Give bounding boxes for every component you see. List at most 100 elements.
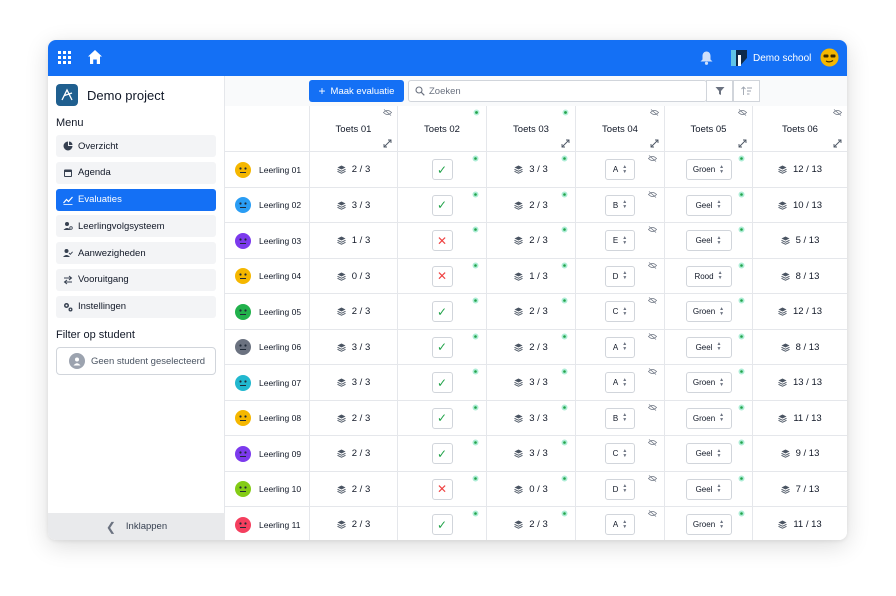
score-cell-t3[interactable]: 1 / 3	[486, 258, 575, 294]
student-name-cell[interactable]: Leerling 03	[225, 223, 309, 259]
student-name-cell[interactable]: Leerling 11	[225, 507, 309, 540]
eye-hidden-icon[interactable]	[650, 109, 659, 116]
grade-select[interactable]: B ▲ ▼	[605, 407, 635, 429]
school-switcher[interactable]: Demo school	[729, 46, 811, 70]
home-icon[interactable]	[87, 49, 103, 65]
grade-select[interactable]: D ▲ ▼	[605, 478, 635, 500]
check-icon[interactable]: ✓	[431, 159, 453, 181]
eye-hidden-icon[interactable]	[833, 109, 842, 116]
score-cell-t1[interactable]: 2 / 3	[309, 152, 397, 188]
score-cell-t6[interactable]: 12 / 13	[752, 294, 847, 330]
color-select[interactable]: Groen ▲ ▼	[685, 514, 732, 536]
check-icon[interactable]: ✓	[431, 336, 453, 358]
score-cell-t3[interactable]: 2 / 3	[486, 507, 575, 540]
cross-icon[interactable]: ✕	[431, 478, 453, 500]
bell-icon[interactable]	[700, 51, 713, 65]
color-select[interactable]: Rood ▲ ▼	[685, 265, 732, 287]
score-cell-t1[interactable]: 2 / 3	[309, 471, 397, 507]
sidebar-item-agenda[interactable]: Agenda	[56, 161, 216, 184]
check-icon[interactable]: ✓	[431, 301, 453, 323]
score-cell-t1[interactable]: 3 / 3	[309, 365, 397, 401]
sort-button[interactable]	[733, 80, 760, 102]
grade-select[interactable]: A ▲ ▼	[605, 514, 635, 536]
sidebar-item-instellingen[interactable]: Instellingen	[56, 295, 216, 318]
filter-button[interactable]	[706, 80, 733, 102]
score-cell-t6[interactable]: 9 / 13	[752, 436, 847, 472]
score-cell-t6[interactable]: 12 / 13	[752, 152, 847, 188]
score-cell-t3[interactable]: 0 / 3	[486, 471, 575, 507]
project-header[interactable]: Demo project	[56, 84, 164, 106]
score-cell-t3[interactable]: 2 / 3	[486, 223, 575, 259]
score-cell-t6[interactable]: 8 / 13	[752, 258, 847, 294]
score-cell-t1[interactable]: 3 / 3	[309, 329, 397, 365]
score-cell-t1[interactable]: 2 / 3	[309, 436, 397, 472]
expand-icon[interactable]	[383, 139, 392, 148]
grade-select[interactable]: C ▲ ▼	[605, 443, 635, 465]
score-cell-t6[interactable]: 11 / 13	[752, 400, 847, 436]
student-name-cell[interactable]: Leerling 07	[225, 365, 309, 401]
student-name-cell[interactable]: Leerling 10	[225, 472, 309, 508]
color-select[interactable]: Geel ▲ ▼	[685, 194, 732, 216]
grade-select[interactable]: E ▲ ▼	[605, 230, 635, 252]
score-cell-t3[interactable]: 3 / 3	[486, 400, 575, 436]
sidebar-item-evaluaties[interactable]: Evaluaties	[56, 188, 216, 211]
color-select[interactable]: Groen ▲ ▼	[685, 301, 732, 323]
column-header-6[interactable]: Toets 06	[752, 106, 847, 152]
score-cell-t3[interactable]: 3 / 3	[486, 365, 575, 401]
score-cell-t1[interactable]: 2 / 3	[309, 400, 397, 436]
sidebar-item-aanwezigheden[interactable]: Aanwezigheden	[56, 242, 216, 265]
score-cell-t1[interactable]: 1 / 3	[309, 223, 397, 259]
score-cell-t3[interactable]: 2 / 3	[486, 329, 575, 365]
score-cell-t1[interactable]: 2 / 3	[309, 507, 397, 540]
grade-select[interactable]: A ▲ ▼	[605, 372, 635, 394]
student-name-cell[interactable]: Leerling 02	[225, 188, 309, 224]
grade-select[interactable]: B ▲ ▼	[605, 194, 635, 216]
student-name-cell[interactable]: Leerling 01	[225, 152, 309, 188]
search-input[interactable]	[429, 85, 689, 97]
student-name-cell[interactable]: Leerling 04	[225, 259, 309, 295]
color-select[interactable]: Geel ▲ ▼	[685, 443, 732, 465]
score-cell-t6[interactable]: 7 / 13	[752, 471, 847, 507]
student-name-cell[interactable]: Leerling 06	[225, 330, 309, 366]
score-cell-t3[interactable]: 3 / 3	[486, 152, 575, 188]
color-select[interactable]: Geel ▲ ▼	[685, 336, 732, 358]
grade-select[interactable]: A ▲ ▼	[605, 336, 635, 358]
column-header-4[interactable]: Toets 04	[575, 106, 664, 152]
student-name-cell[interactable]: Leerling 05	[225, 294, 309, 330]
score-cell-t1[interactable]: 0 / 3	[309, 258, 397, 294]
check-icon[interactable]: ✓	[431, 407, 453, 429]
color-select[interactable]: Groen ▲ ▼	[685, 372, 732, 394]
expand-icon[interactable]	[738, 139, 747, 148]
student-name-cell[interactable]: Leerling 08	[225, 401, 309, 437]
column-header-2[interactable]: Toets 02	[397, 106, 486, 152]
new-evaluation-button[interactable]: + Maak evaluatie	[309, 80, 404, 102]
check-icon[interactable]: ✓	[431, 372, 453, 394]
grade-select[interactable]: D ▲ ▼	[605, 265, 635, 287]
grade-select[interactable]: C ▲ ▼	[605, 301, 635, 323]
color-select[interactable]: Groen ▲ ▼	[685, 407, 732, 429]
expand-icon[interactable]	[561, 139, 570, 148]
check-icon[interactable]: ✓	[431, 194, 453, 216]
check-icon[interactable]: ✓	[431, 443, 453, 465]
color-select[interactable]: Geel ▲ ▼	[685, 478, 732, 500]
eye-hidden-icon[interactable]	[738, 109, 747, 116]
column-header-5[interactable]: Toets 05	[664, 106, 752, 152]
score-cell-t6[interactable]: 5 / 13	[752, 223, 847, 259]
score-cell-t6[interactable]: 11 / 13	[752, 507, 847, 540]
expand-icon[interactable]	[833, 139, 842, 148]
score-cell-t1[interactable]: 3 / 3	[309, 187, 397, 223]
color-select[interactable]: Geel ▲ ▼	[685, 230, 732, 252]
student-select[interactable]: Geen student geselecteerd	[56, 347, 216, 375]
cross-icon[interactable]: ✕	[431, 230, 453, 252]
sidebar-item-leerlingvolgsysteem[interactable]: Leerlingvolgsysteem	[56, 215, 216, 238]
eye-visible-icon[interactable]	[561, 109, 570, 116]
score-cell-t6[interactable]: 10 / 13	[752, 187, 847, 223]
column-header-3[interactable]: Toets 03	[486, 106, 575, 152]
score-cell-t6[interactable]: 13 / 13	[752, 365, 847, 401]
grade-select[interactable]: A ▲ ▼	[605, 159, 635, 181]
column-header-1[interactable]: Toets 01	[309, 106, 397, 152]
score-cell-t3[interactable]: 3 / 3	[486, 436, 575, 472]
expand-icon[interactable]	[650, 139, 659, 148]
eye-visible-icon[interactable]	[472, 109, 481, 116]
score-cell-t6[interactable]: 8 / 13	[752, 329, 847, 365]
